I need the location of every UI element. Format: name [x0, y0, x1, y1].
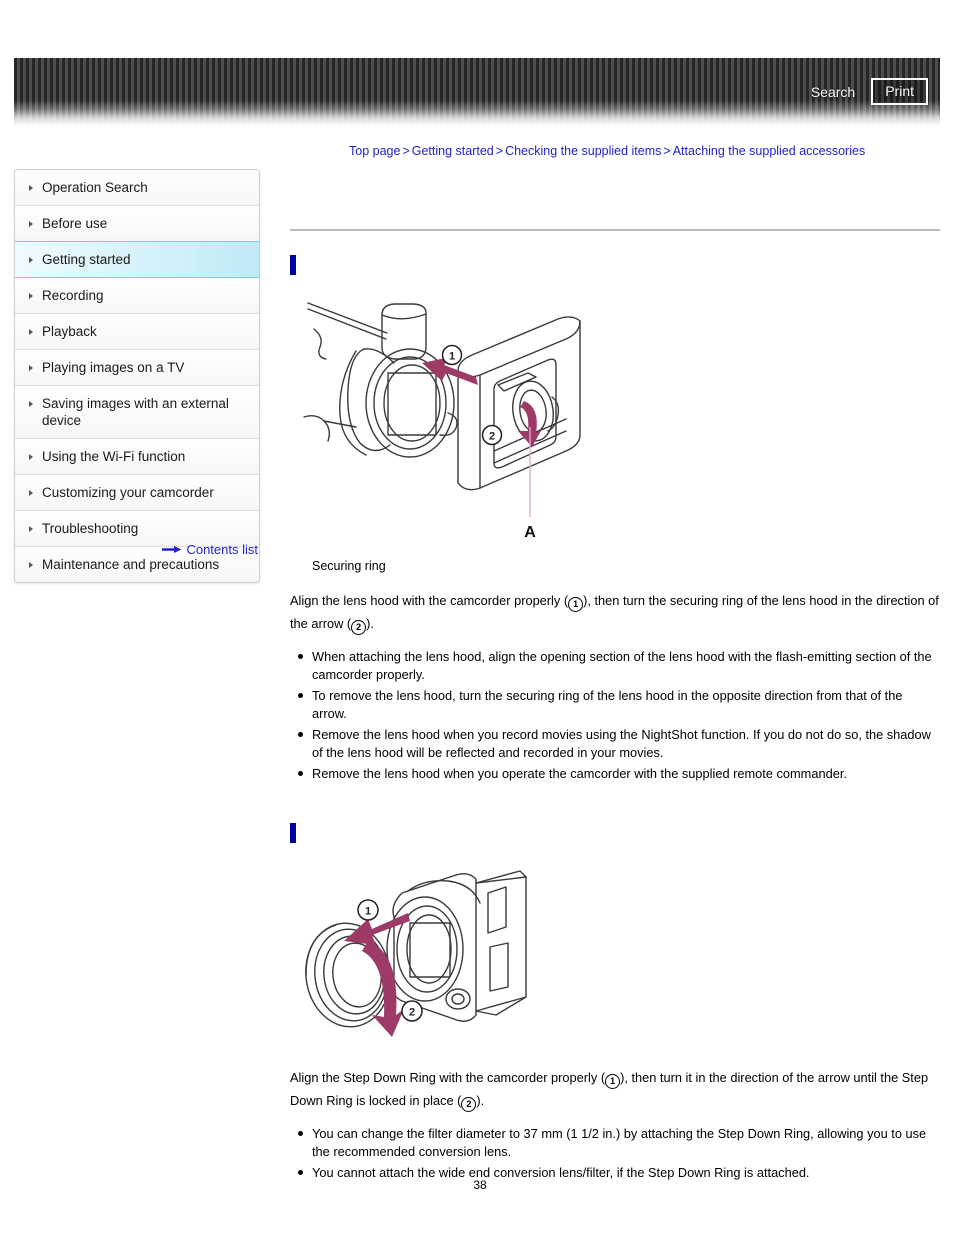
list-item: Remove the lens hood when you operate th… — [290, 765, 940, 783]
notes-list-step-down-ring: You can change the filter diameter to 37… — [290, 1125, 940, 1182]
breadcrumb-item-checking-supplied-items[interactable]: Checking the supplied items — [505, 144, 661, 158]
paragraph-lens-hood-instruction: Align the lens hood with the camcorder p… — [290, 589, 940, 635]
list-item: You can change the filter diameter to 37… — [290, 1125, 940, 1161]
page-number: 38 — [473, 1178, 487, 1192]
paragraph-step-down-ring-instruction: Align the Step Down Ring with the camcor… — [290, 1066, 940, 1112]
breadcrumb-item-attaching-accessories[interactable]: Attaching the supplied accessories — [673, 144, 865, 158]
sidebar-item-label: Playback — [42, 324, 97, 339]
figure-label-a: A — [524, 524, 536, 541]
breadcrumb-item-top-page[interactable]: Top page — [349, 144, 400, 158]
sidebar-item-label: Before use — [42, 216, 108, 231]
sidebar-item-label: Troubleshooting — [42, 521, 139, 536]
inline-step-2: 2 — [351, 620, 367, 635]
chevron-right-icon — [29, 221, 33, 227]
sidebar-item-label: Saving images with an external device — [42, 396, 229, 428]
main-content: 1 2 A Securing ring Align the lens hood … — [290, 169, 940, 1185]
sidebar-item-using-the-wifi-function[interactable]: Using the Wi-Fi function — [15, 439, 259, 475]
sidebar-item-label: Playing images on a TV — [42, 360, 185, 375]
sidebar-item-playback[interactable]: Playback — [15, 314, 259, 350]
paragraph-text-post: ). — [476, 1092, 485, 1108]
list-item: When attaching the lens hood, align the … — [290, 648, 940, 684]
chevron-right-icon — [29, 454, 33, 460]
chevron-right-icon — [29, 490, 33, 496]
breadcrumb-item-getting-started[interactable]: Getting started — [412, 144, 494, 158]
inline-step-1: 1 — [605, 1073, 621, 1089]
chevron-right-icon — [29, 329, 33, 335]
sidebar-item-label: Customizing your camcorder — [42, 485, 214, 500]
sidebar-item-recording[interactable]: Recording — [15, 278, 259, 314]
paragraph-text-pre: Align the lens hood with the camcorder p… — [290, 593, 569, 608]
breadcrumb-separator: > — [495, 144, 504, 158]
chevron-right-icon — [29, 526, 33, 532]
sidebar-item-operation-search[interactable]: Operation Search — [15, 170, 259, 206]
sidebar-item-label: Maintenance and precautions — [42, 557, 220, 572]
figure-callout-1: 1 — [357, 899, 379, 921]
section-marker-bar — [290, 255, 296, 275]
arrow-right-icon — [162, 546, 182, 553]
list-item: Remove the lens hood when you record mov… — [290, 726, 940, 762]
svg-text:1: 1 — [365, 905, 371, 917]
sidebar-item-getting-started[interactable]: Getting started — [15, 241, 259, 278]
inline-step-1: 1 — [568, 597, 584, 612]
figure-callout-1: 1 — [441, 344, 463, 366]
breadcrumb-separator: > — [402, 144, 410, 158]
lens-hood-diagram-svg: 1 2 A — [303, 302, 581, 541]
sidebar-item-saving-images-external-device[interactable]: Saving images with an external device — [15, 386, 259, 439]
content-top-divider — [290, 229, 940, 231]
print-button[interactable]: Print — [871, 78, 928, 105]
figure-step-down-ring-attachment: 1 2 — [290, 865, 940, 1048]
figure-lens-hood-attachment: 1 2 A — [290, 285, 940, 553]
figure-callout-2: 2 — [401, 1000, 423, 1022]
chevron-right-icon — [29, 562, 33, 568]
sidebar-item-before-use[interactable]: Before use — [15, 206, 259, 242]
sidebar-navigation: Operation Search Before use Getting star… — [14, 169, 260, 583]
notes-list-lens-hood: When attaching the lens hood, align the … — [290, 648, 940, 783]
svg-text:1: 1 — [449, 351, 455, 363]
paragraph-text-pre: Align the Step Down Ring with the camcor… — [290, 1069, 606, 1085]
search-link[interactable]: Search — [809, 82, 857, 102]
section-heading-step-down-ring — [290, 822, 940, 843]
sidebar-item-playing-images-on-a-tv[interactable]: Playing images on a TV — [15, 350, 259, 386]
figure-callout-2: 2 — [481, 424, 503, 446]
inline-step-2: 2 — [461, 1096, 477, 1112]
chevron-right-icon — [29, 365, 33, 371]
sidebar-item-label: Recording — [42, 288, 104, 303]
svg-text:2: 2 — [409, 1006, 415, 1018]
svg-text:2: 2 — [489, 431, 495, 443]
step-down-ring-diagram-svg: 1 2 — [305, 870, 527, 1037]
section-marker-bar — [290, 822, 296, 843]
sidebar-item-label: Getting started — [42, 252, 131, 267]
contents-list-link[interactable]: Contents list — [186, 542, 258, 557]
section-heading-lens-hood — [290, 255, 940, 275]
header-banner: Search Print — [14, 58, 940, 126]
sidebar-item-customizing-your-camcorder[interactable]: Customizing your camcorder — [15, 475, 259, 511]
list-item: To remove the lens hood, turn the securi… — [290, 687, 940, 723]
breadcrumb-separator: > — [663, 144, 671, 158]
sidebar-item-label: Operation Search — [42, 180, 148, 195]
contents-list-row: Contents list — [14, 542, 258, 557]
sidebar-item-label: Using the Wi-Fi function — [42, 449, 186, 464]
chevron-right-icon — [29, 293, 33, 299]
paragraph-text-post: ). — [366, 616, 374, 631]
breadcrumb: Top page > Getting started > Checking the su… — [349, 144, 949, 158]
chevron-right-icon — [29, 185, 33, 191]
figure-caption-securing-ring: Securing ring — [312, 559, 386, 573]
chevron-right-icon — [29, 257, 33, 263]
header-actions: Search Print — [809, 78, 928, 105]
chevron-right-icon — [29, 401, 33, 407]
